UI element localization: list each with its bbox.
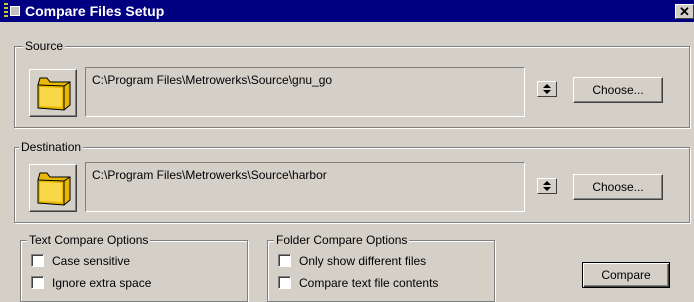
source-choose-button[interactable]: Choose... bbox=[573, 77, 663, 103]
destination-path-field[interactable]: C:\Program Files\Metrowerks\Source\harbo… bbox=[85, 162, 525, 212]
source-folder-button[interactable] bbox=[29, 69, 77, 117]
source-group: Source C:\Program Files\Metrowerks\Sourc… bbox=[14, 39, 690, 128]
window-icon[interactable] bbox=[10, 6, 20, 16]
window-title: Compare Files Setup bbox=[25, 3, 165, 19]
checkbox-label: Only show different files bbox=[299, 254, 427, 268]
compare-text-file-contents-checkbox[interactable]: Compare text file contents bbox=[278, 275, 490, 291]
only-show-different-files-checkbox[interactable]: Only show different files bbox=[278, 253, 490, 269]
folder-compare-options-label: Folder Compare Options bbox=[274, 233, 410, 247]
case-sensitive-checkbox[interactable]: Case sensitive bbox=[31, 253, 231, 269]
text-compare-options-label: Text Compare Options bbox=[27, 233, 151, 247]
checkbox-label: Case sensitive bbox=[52, 254, 131, 268]
source-spin-button[interactable] bbox=[537, 81, 557, 97]
checkbox-box[interactable] bbox=[278, 254, 291, 267]
checkbox-label: Ignore extra space bbox=[52, 276, 152, 290]
ignore-extra-space-checkbox[interactable]: Ignore extra space bbox=[31, 275, 231, 291]
folder-icon bbox=[37, 172, 71, 206]
checkbox-label: Compare text file contents bbox=[299, 276, 439, 290]
folder-icon bbox=[37, 77, 71, 111]
title-grip-icon bbox=[4, 3, 8, 19]
close-button[interactable]: ✕ bbox=[675, 4, 694, 19]
title-bar[interactable]: Compare Files Setup ✕ bbox=[0, 0, 694, 22]
destination-spin-button[interactable] bbox=[537, 178, 557, 194]
spin-updown-icon bbox=[543, 84, 551, 94]
checkbox-box[interactable] bbox=[31, 276, 44, 289]
folder-compare-options-group: Folder Compare Options Only show differe… bbox=[267, 233, 495, 302]
source-group-label: Source bbox=[23, 39, 66, 53]
text-compare-options-group: Text Compare Options Case sensitive Igno… bbox=[20, 233, 248, 302]
close-icon: ✕ bbox=[679, 4, 690, 19]
checkbox-box[interactable] bbox=[278, 276, 291, 289]
checkbox-box[interactable] bbox=[31, 254, 44, 267]
destination-group-label: Destination bbox=[19, 140, 84, 154]
compare-button[interactable]: Compare bbox=[582, 262, 670, 288]
source-path-field[interactable]: C:\Program Files\Metrowerks\Source\gnu_g… bbox=[85, 67, 525, 117]
destination-group: Destination C:\Program Files\Metrowerks\… bbox=[14, 140, 690, 223]
spin-updown-icon bbox=[543, 181, 551, 191]
destination-folder-button[interactable] bbox=[29, 164, 77, 212]
destination-choose-button[interactable]: Choose... bbox=[573, 174, 663, 200]
